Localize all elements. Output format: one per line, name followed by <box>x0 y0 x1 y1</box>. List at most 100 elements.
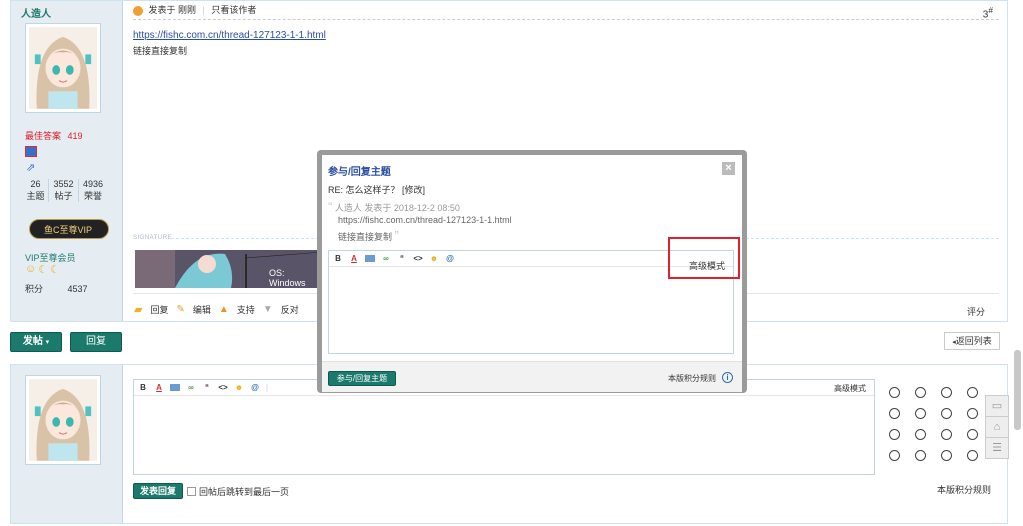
emoji-icon[interactable] <box>915 408 926 419</box>
emoji-icon[interactable] <box>941 408 952 419</box>
link-icon[interactable]: ∞ <box>186 383 196 392</box>
quote-open-icon: “ <box>328 199 333 214</box>
sun-icon: ☺ <box>25 263 37 275</box>
clock-icon <box>133 5 143 16</box>
thumb-up-icon: ▲ <box>218 304 229 315</box>
quote-icon[interactable]: “ <box>397 254 407 263</box>
back-list-label: 返回列表 <box>955 336 992 346</box>
image-icon[interactable] <box>365 255 375 262</box>
reply-action[interactable]: 回复 <box>150 303 168 316</box>
author-stats: 26 主题 3552 帖子 4936 荣誉 <box>23 179 107 202</box>
emoji-icon[interactable] <box>915 429 926 440</box>
emoji-icon[interactable] <box>967 450 978 461</box>
medal-icon[interactable] <box>25 146 37 157</box>
stat-label: 荣誉 <box>83 191 102 201</box>
share-medal-icon[interactable]: ⇗ <box>26 161 35 174</box>
at-icon[interactable]: @ <box>250 383 260 392</box>
post-link[interactable]: https://fishc.com.cn/thread-127123-1-1.h… <box>133 30 326 41</box>
font-color-icon[interactable]: A <box>154 383 164 392</box>
bold-icon[interactable]: B <box>333 254 343 263</box>
comment-float-icon[interactable]: ▭ <box>985 395 1009 417</box>
quote-close-icon: ” <box>394 228 399 243</box>
image-icon[interactable] <box>170 384 180 391</box>
vip-badge[interactable]: 鱼C至尊VIP <box>29 219 109 239</box>
quote-text-row: 链接直接复制 ” <box>328 228 512 243</box>
floor-number-sup: # <box>988 5 993 15</box>
submit-reply-button[interactable]: 发表回复 <box>133 483 183 499</box>
signature-label: SIGNATURE <box>133 235 173 241</box>
emoji-icon[interactable] <box>889 408 900 419</box>
highlight-box <box>668 237 740 279</box>
stat-value: 4936 <box>82 179 104 189</box>
quote-head-text: 人造人 发表于 2018-12-2 08:50 <box>334 203 460 213</box>
at-icon[interactable]: @ <box>445 254 455 263</box>
stat-honor[interactable]: 4936 荣誉 <box>79 179 107 202</box>
back-to-list-button[interactable]: ◂返回列表 <box>944 332 1000 350</box>
jump-last-label: 回帖后跳转到最后一页 <box>199 487 290 497</box>
info-icon[interactable]: i <box>722 372 733 383</box>
level-icons: ☺ ☾ ☾ <box>25 263 60 276</box>
signature-text: OS: Windows <box>269 268 306 288</box>
emoji-panel <box>889 387 991 461</box>
quick-advanced-mode[interactable]: 高级模式 <box>834 383 866 394</box>
new-post-button[interactable]: 发帖 ▾ <box>10 332 62 352</box>
quote-icon[interactable]: “ <box>202 383 212 392</box>
close-icon[interactable]: × <box>722 162 735 175</box>
moon-icon: ☾ <box>50 264 60 276</box>
chevron-down-icon: ▾ <box>45 339 50 346</box>
oppose-action[interactable]: 反对 <box>281 303 299 316</box>
pencil-icon: ✎ <box>176 304 185 315</box>
points-row: 积分 4537 <box>25 282 88 295</box>
post-actions: ▰ 回复 ✎ 编辑 ▲ 支持 ▼ 反对 <box>134 303 305 316</box>
emoji-icon[interactable] <box>941 450 952 461</box>
emoji-icon[interactable] <box>889 450 900 461</box>
quick-reply-textarea[interactable] <box>134 396 874 474</box>
avatar[interactable] <box>25 23 101 113</box>
smiley-icon[interactable]: ☻ <box>429 254 439 263</box>
back-to-top-icon[interactable]: ⌂ <box>985 416 1009 438</box>
dialog-submit-button[interactable]: 参与/回复主题 <box>328 371 396 386</box>
my-avatar[interactable] <box>25 375 101 465</box>
emoji-icon[interactable] <box>889 387 900 398</box>
smiley-icon[interactable]: ☻ <box>234 383 244 392</box>
dialog-rules-link[interactable]: 本版积分规则 <box>668 373 716 384</box>
list-float-icon[interactable]: ☰ <box>985 437 1009 459</box>
stat-posts[interactable]: 3552 帖子 <box>49 179 79 202</box>
quote-link: https://fishc.com.cn/thread-127123-1-1.h… <box>338 215 512 225</box>
best-answer-count: 419 <box>67 131 83 141</box>
reply-icon: ▰ <box>134 304 143 316</box>
emoji-icon[interactable] <box>967 408 978 419</box>
stat-label: 帖子 <box>54 191 73 201</box>
font-color-icon[interactable]: A <box>349 254 359 263</box>
code-icon[interactable]: <> <box>218 383 228 392</box>
edit-action[interactable]: 编辑 <box>193 303 211 316</box>
emoji-icon[interactable] <box>967 429 978 440</box>
bold-icon[interactable]: B <box>138 383 148 392</box>
rate-link[interactable]: 评分 <box>967 305 985 318</box>
emoji-icon[interactable] <box>889 429 900 440</box>
page-scrollbar[interactable] <box>1014 350 1021 430</box>
only-author-link[interactable]: 只看该作者 <box>211 5 256 15</box>
dialog-textarea[interactable] <box>329 267 733 353</box>
emoji-icon[interactable] <box>941 387 952 398</box>
reply-button[interactable]: 回复 <box>70 332 122 352</box>
signature-image[interactable]: OS: Windows <box>135 250 323 288</box>
stat-threads[interactable]: 26 主题 <box>23 179 49 202</box>
emoji-icon[interactable] <box>941 429 952 440</box>
moon-icon: ☾ <box>38 264 49 276</box>
emoji-icon[interactable] <box>967 387 978 398</box>
code-icon[interactable]: <> <box>413 254 423 263</box>
toolbar-divider: | <box>266 383 269 392</box>
dialog-subject[interactable]: RE: 怎么这样子？ [修改] <box>328 183 425 196</box>
quick-reply-rules-link[interactable]: 本版积分规则 <box>937 483 991 496</box>
quote-block: “ 人造人 发表于 2018-12-2 08:50 https://fishc.… <box>328 199 512 243</box>
stat-label: 主题 <box>26 191 45 201</box>
jump-last-checkbox[interactable] <box>187 487 196 496</box>
author-name[interactable]: 人造人 <box>21 5 51 20</box>
points-label: 积分 <box>25 284 44 294</box>
emoji-icon[interactable] <box>915 387 926 398</box>
link-icon[interactable]: ∞ <box>381 254 391 263</box>
support-action[interactable]: 支持 <box>237 303 255 316</box>
author-sidebar: 人造人 最佳答案 419 ⇗ 26 主题 3552 帖子 4936 荣誉 鱼C至… <box>11 1 123 321</box>
emoji-icon[interactable] <box>915 450 926 461</box>
